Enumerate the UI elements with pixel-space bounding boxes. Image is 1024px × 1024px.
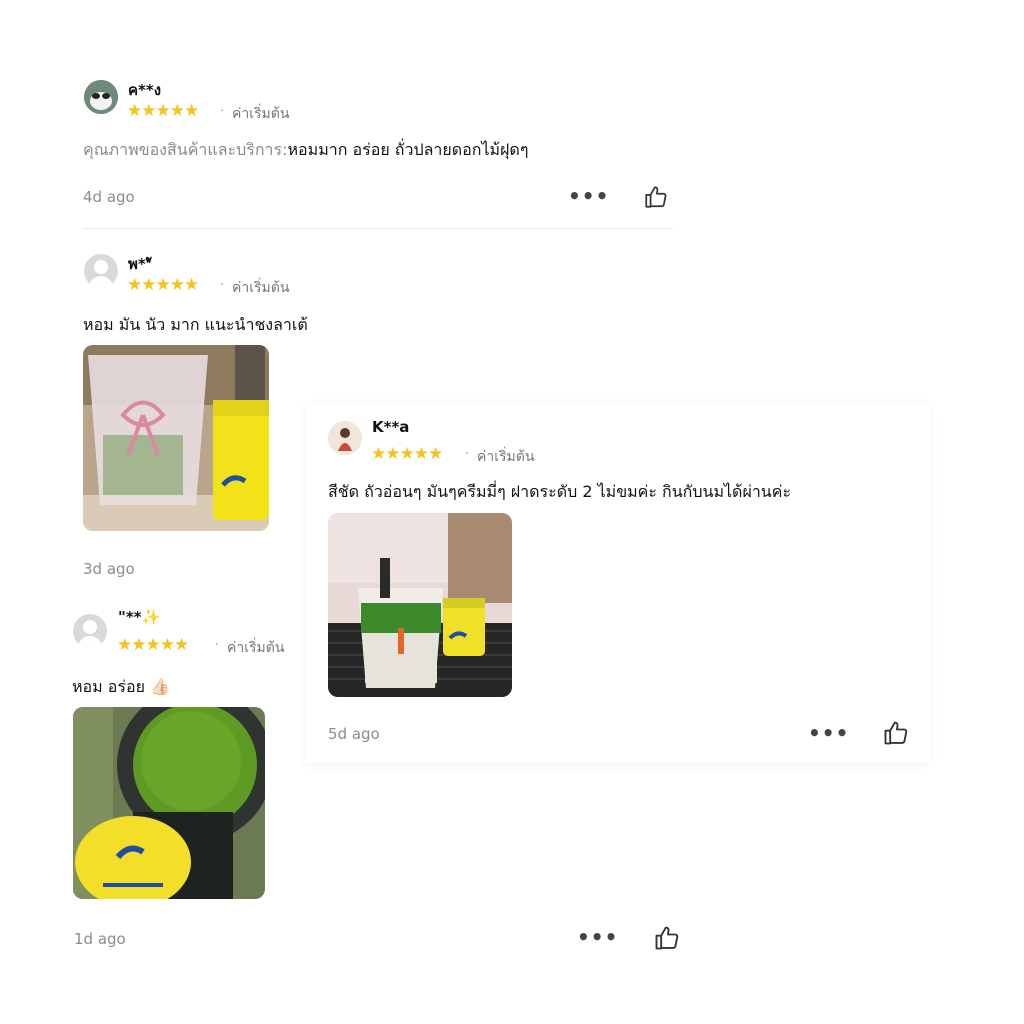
username: K**a <box>372 418 410 436</box>
divider <box>83 228 673 229</box>
separator: · <box>215 638 220 653</box>
rating-stars: ★★★★★ <box>371 444 443 464</box>
variant-label: ค่าเริ่มต้น <box>232 280 290 296</box>
separator: · <box>220 278 225 293</box>
username: พ**ั <box>128 255 152 273</box>
variant-label: ค่าเริ่มต้น <box>477 449 535 465</box>
variant-label: ค่าเริ่มต้น <box>232 106 290 122</box>
review-photo[interactable] <box>328 513 512 697</box>
review-card: ค**ง ★★★★★ · ค่าเริ่มต้น คุณภาพของสินค้า… <box>60 60 695 240</box>
more-icon[interactable]: ••• <box>568 184 609 208</box>
rating-stars: ★★★★★ <box>117 635 189 655</box>
separator: · <box>465 447 470 462</box>
avatar[interactable] <box>73 614 107 648</box>
thumb-up-icon[interactable] <box>882 719 908 745</box>
review-text: คุณภาพของสินค้าและบริการ:หอมมาก อร่อย ถั… <box>83 138 528 163</box>
review-photo[interactable] <box>83 345 269 531</box>
review-text: หอม อร่อย 👍🏻 <box>72 677 170 696</box>
review-time: 4d ago <box>83 188 135 206</box>
rating-stars: ★★★★★ <box>127 275 199 295</box>
separator: · <box>220 104 225 119</box>
review-photo[interactable] <box>73 707 265 899</box>
avatar[interactable] <box>84 254 118 288</box>
review-time: 5d ago <box>328 725 380 743</box>
thumb-up-icon[interactable] <box>643 184 667 208</box>
rating-stars: ★★★★★ <box>127 101 199 121</box>
review-card: K**a ★★★★★ · ค่าเริ่มต้น สีชัด ถัวอ่อนๆ … <box>305 403 930 763</box>
avatar[interactable] <box>84 80 118 114</box>
avatar[interactable] <box>328 421 362 455</box>
review-text-body: หอมมาก อร่อย ถั่วปลายดอกไม้ฝุดๆ <box>287 140 529 159</box>
variant-label: ค่าเริ่มต้น <box>227 640 285 656</box>
more-icon[interactable]: ••• <box>808 721 849 745</box>
review-text: สีชัด ถัวอ่อนๆ มันๆครีมมี่ๆ ฝาดระดับ 2 ไ… <box>328 482 792 501</box>
review-text: หอม มัน นัว มาก แนะนำชงลาเต้ <box>83 315 308 334</box>
username: ค**ง <box>128 81 162 99</box>
username: "**✨ <box>118 608 161 626</box>
review-time: 3d ago <box>83 560 135 578</box>
review-time: 1d ago <box>74 930 126 948</box>
review-text-label: คุณภาพของสินค้าและบริการ: <box>83 140 288 159</box>
thumb-up-icon[interactable] <box>653 924 679 950</box>
more-icon[interactable]: ••• <box>577 925 618 949</box>
